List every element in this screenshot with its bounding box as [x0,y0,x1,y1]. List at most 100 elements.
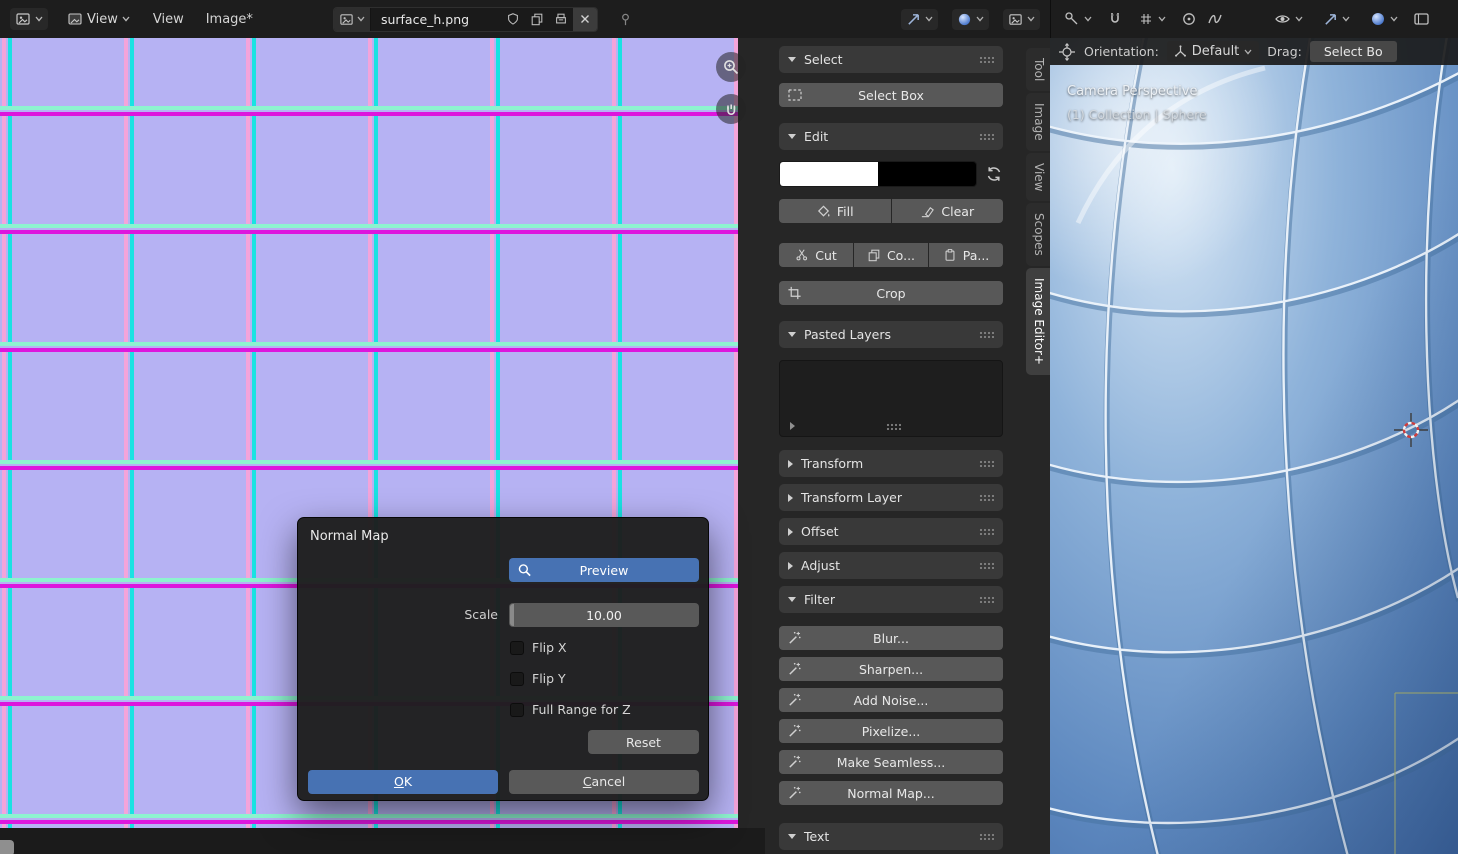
full-range-checkbox[interactable] [510,703,524,717]
paste-button[interactable]: Pa... [929,243,1003,267]
panel-grip-icon[interactable] [979,596,994,603]
pack-image-button[interactable] [549,8,573,31]
panel-header-select[interactable]: Select [779,46,1003,73]
select-box-button[interactable]: Select Box [779,83,1003,107]
display-channels-dropdown[interactable] [952,9,989,30]
reset-button[interactable]: Reset [588,730,699,754]
panel-header-transform-layer[interactable]: Transform Layer [779,484,1003,511]
blur-button[interactable]: Blur... [779,626,1003,650]
panel-header-text[interactable]: Text [779,823,1003,850]
crop-button[interactable]: Crop [779,281,1003,305]
flip-x-checkbox[interactable] [510,641,524,655]
panel-header-pasted-layers[interactable]: Pasted Layers [779,321,1003,348]
fill-label: Fill [837,204,854,219]
proportional-editing-dropdown[interactable] [1059,8,1097,30]
drag-select-box-button[interactable]: Select Bo [1310,41,1397,62]
expand-triangle-icon[interactable] [790,422,795,430]
tab-view[interactable]: View [1026,153,1050,201]
tab-image[interactable]: Image [1026,93,1050,151]
normal-map-button[interactable]: Normal Map... [779,781,1003,805]
falloff-curve-icon[interactable] [1207,11,1223,27]
gizmo-arrow-dropdown[interactable] [1318,9,1355,30]
panel-grip-icon[interactable] [979,528,994,535]
panel-grip-icon[interactable] [979,494,994,501]
hand-icon [722,100,740,118]
fill-button[interactable]: Fill [779,199,891,223]
select-box-label: Select Box [858,88,924,103]
cancel-button[interactable]: Cancel [509,770,699,794]
panel-grip-icon[interactable] [979,56,994,63]
viewport-context-path: (1) Collection | Sphere [1067,107,1207,122]
crop-label: Crop [876,286,905,301]
panel-grip-icon[interactable] [979,833,994,840]
clear-button[interactable]: Clear [892,199,1004,223]
panel-grip-icon[interactable] [979,331,994,338]
panel-header-transform[interactable]: Transform [779,450,1003,477]
fill-clear-row: Fill Clear [779,199,1003,223]
pixelize-button[interactable]: Pixelize... [779,719,1003,743]
fake-user-shield-button[interactable] [501,8,525,31]
area-corner-widget[interactable] [0,840,14,854]
add-noise-button[interactable]: Add Noise... [779,688,1003,712]
panel-grip-icon[interactable] [979,562,994,569]
transform-gizmo-icon[interactable] [1058,43,1076,61]
zoom-gizmo-button[interactable] [716,52,746,82]
color-swatch-row [779,161,1003,187]
panel-header-offset[interactable]: Offset [779,518,1003,545]
menu-image[interactable]: Image* [202,10,257,29]
unlink-button[interactable] [573,8,597,31]
shading-options-icon[interactable] [1413,11,1431,27]
chevron-down-icon [925,16,933,22]
image-name-field[interactable]: surface_h.png [371,12,501,27]
list-grip-icon[interactable] [886,423,901,430]
chevron-collapsed-icon [788,494,793,502]
mode-dropdown[interactable]: View [62,8,135,30]
new-image-button[interactable] [525,8,549,31]
primary-color-swatch[interactable] [780,162,878,186]
chevron-collapsed-icon [788,562,793,570]
flip-y-checkbox[interactable] [510,672,524,686]
panel-grip-icon[interactable] [979,133,994,140]
chevron-expanded-icon [788,332,796,337]
shading-sphere-dropdown[interactable] [1365,8,1403,30]
flip-x-row: Flip X [510,640,567,655]
cursor-arrow-dropdown[interactable] [901,9,938,30]
editor-type-button[interactable] [10,8,48,30]
tab-image-editor-plus[interactable]: Image Editor+ [1026,268,1050,375]
tab-tool[interactable]: Tool [1026,48,1050,91]
3d-viewport[interactable]: Orientation: Default Drag: Select Bo Cam… [1050,38,1458,854]
panel-header-adjust[interactable]: Adjust [779,552,1003,579]
image-editor-icon [15,11,31,27]
panel-header-filter[interactable]: Filter [779,586,1003,613]
panel-header-edit[interactable]: Edit [779,123,1003,150]
snap-magnet-icon[interactable] [1107,11,1123,27]
secondary-color-swatch[interactable] [878,162,976,186]
menu-view[interactable]: View [149,10,188,29]
image-icon [1008,12,1023,27]
tab-scopes[interactable]: Scopes [1026,203,1050,266]
browse-image-button[interactable] [334,8,371,31]
pin-button[interactable] [618,12,633,27]
proportional-circle-icon[interactable] [1181,11,1197,27]
preview-button[interactable]: Preview [509,558,699,582]
pin-icon [618,12,633,27]
image-settings-dropdown[interactable] [1003,9,1040,30]
blender-window: View View Image* surface_h.png [0,0,1458,854]
pasted-layers-list[interactable] [779,360,1003,437]
cut-button[interactable]: Cut [779,243,853,267]
viewport-header [1050,0,1458,38]
chevron-collapsed-icon [788,460,793,468]
scale-slider[interactable]: 10.00 [509,603,699,627]
sharpen-button[interactable]: Sharpen... [779,657,1003,681]
ok-button[interactable]: OK [308,770,498,794]
reset-label: Reset [626,735,661,750]
copy-button[interactable]: Co... [854,243,928,267]
overlays-eye-dropdown[interactable] [1269,8,1308,30]
orientation-dropdown[interactable]: Default [1167,41,1260,62]
make-seamless-button[interactable]: Make Seamless... [779,750,1003,774]
cut-copy-paste-row: Cut Co... Pa... [779,243,1003,267]
panel-grip-icon[interactable] [979,460,994,467]
pan-gizmo-button[interactable] [716,94,746,124]
snap-target-dropdown[interactable] [1133,8,1171,30]
swap-colors-icon[interactable] [985,165,1003,183]
